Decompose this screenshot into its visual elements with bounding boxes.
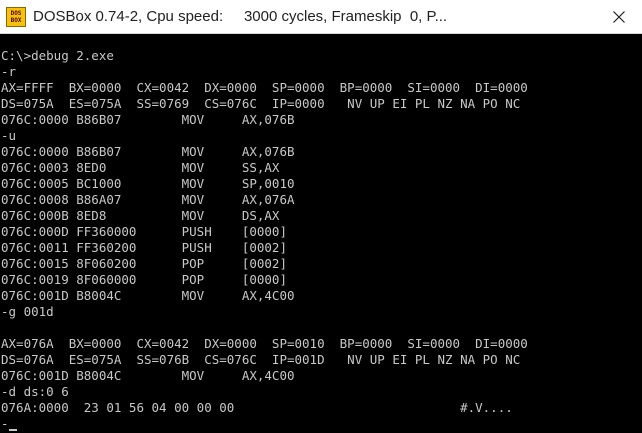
console-line: - (1, 416, 642, 432)
console-line-text: 076C:000D FF360000 PUSH [0000] (1, 224, 287, 239)
console-line-text: -u (1, 128, 17, 143)
console-line-text: 076C:0015 8F060200 POP [0002] (1, 256, 287, 271)
console-line-text: 076C:0008 B86A07 MOV AX,076A (1, 192, 295, 207)
console-line-text: 076C:0019 8F060000 POP [0000] (1, 272, 287, 287)
console-line-text: -g 001d (1, 304, 54, 319)
console-line-text: 076C:0011 FF360200 PUSH [0002] (1, 240, 287, 255)
console-line-text: DS=076A ES=075A SS=076B CS=076C IP=001D … (1, 352, 521, 367)
console-line-text: 076C:0003 8ED0 MOV SS,AX (1, 160, 280, 175)
console-line: C:\>debug 2.exe (1, 48, 642, 64)
title-bar[interactable]: DOS BOX DOSBox 0.74-2, Cpu speed: 3000 c… (0, 0, 642, 34)
console-line: 076C:0008 B86A07 MOV AX,076A (1, 192, 642, 208)
console-line: 076C:000B 8ED8 MOV DS,AX (1, 208, 642, 224)
close-icon (613, 10, 625, 23)
console-line: AX=FFFF BX=0000 CX=0042 DX=0000 SP=0000 … (1, 80, 642, 96)
console-line-text: 076C:001D B8004C MOV AX,4C00 (1, 288, 295, 303)
console-line: 076C:0000 B86B07 MOV AX,076B (1, 112, 642, 128)
console-line: DS=076A ES=075A SS=076B CS=076C IP=001D … (1, 352, 642, 368)
app-icon-label-bottom: BOX (10, 17, 22, 24)
dos-console[interactable]: C:\>debug 2.exe -r AX=FFFF BX=0000 CX=0042… (0, 36, 642, 433)
app-icon-label-top: DOS (10, 10, 22, 17)
console-line-text: 076C:0000 B86B07 MOV AX,076B (1, 144, 295, 159)
console-line: 076C:0003 8ED0 MOV SS,AX (1, 160, 642, 176)
console-line: 076C:001D B8004C MOV AX,4C00 (1, 368, 642, 384)
text-cursor (8, 429, 17, 431)
console-line-text: - (1, 416, 9, 431)
console-line: 076C:0005 BC1000 MOV SP,0010 (1, 176, 642, 192)
console-line: 076C:0000 B86B07 MOV AX,076B (1, 144, 642, 160)
console-line-text: AX=FFFF BX=0000 CX=0042 DX=0000 SP=0000 … (1, 80, 528, 95)
console-line-text: 076C:0005 BC1000 MOV SP,0010 (1, 176, 295, 191)
console-line-text: DS=075A ES=075A SS=0769 CS=076C IP=0000 … (1, 96, 521, 111)
console-line: -u (1, 128, 642, 144)
console-line-text: 076A:0000 23 01 56 04 00 00 00 #.V.... (1, 400, 513, 415)
console-line-text: -d ds:0 6 (1, 384, 69, 399)
dosbox-app-icon[interactable]: DOS BOX (6, 7, 26, 27)
console-line: -g 001d (1, 304, 642, 320)
console-line: 076C:000D FF360000 PUSH [0000] (1, 224, 642, 240)
console-line: -r (1, 64, 642, 80)
console-line: 076C:0019 8F060000 POP [0000] (1, 272, 642, 288)
console-line: 076C:001D B8004C MOV AX,4C00 (1, 288, 642, 304)
console-line-text: -r (1, 64, 17, 79)
window-title: DOSBox 0.74-2, Cpu speed: 3000 cycles, F… (33, 8, 448, 25)
console-line-text: 076C:000B 8ED8 MOV DS,AX (1, 208, 280, 223)
console-line: AX=076A BX=0000 CX=0042 DX=0000 SP=0010 … (1, 336, 642, 352)
dosbox-window: DOS BOX DOSBox 0.74-2, Cpu speed: 3000 c… (0, 0, 642, 433)
console-line: 076C:0011 FF360200 PUSH [0002] (1, 240, 642, 256)
console-line: 076A:0000 23 01 56 04 00 00 00 #.V.... (1, 400, 642, 416)
console-line-text: 076C:001D B8004C MOV AX,4C00 (1, 368, 295, 383)
console-line-text: AX=076A BX=0000 CX=0042 DX=0000 SP=0010 … (1, 336, 528, 351)
console-line: 076C:0015 8F060200 POP [0002] (1, 256, 642, 272)
console-line: -d ds:0 6 (1, 384, 642, 400)
console-line-text: 076C:0000 B86B07 MOV AX,076B (1, 112, 295, 127)
close-button[interactable] (596, 0, 642, 33)
console-line: DS=075A ES=075A SS=0769 CS=076C IP=0000 … (1, 96, 642, 112)
console-line-text: C:\>debug 2.exe (1, 48, 114, 63)
